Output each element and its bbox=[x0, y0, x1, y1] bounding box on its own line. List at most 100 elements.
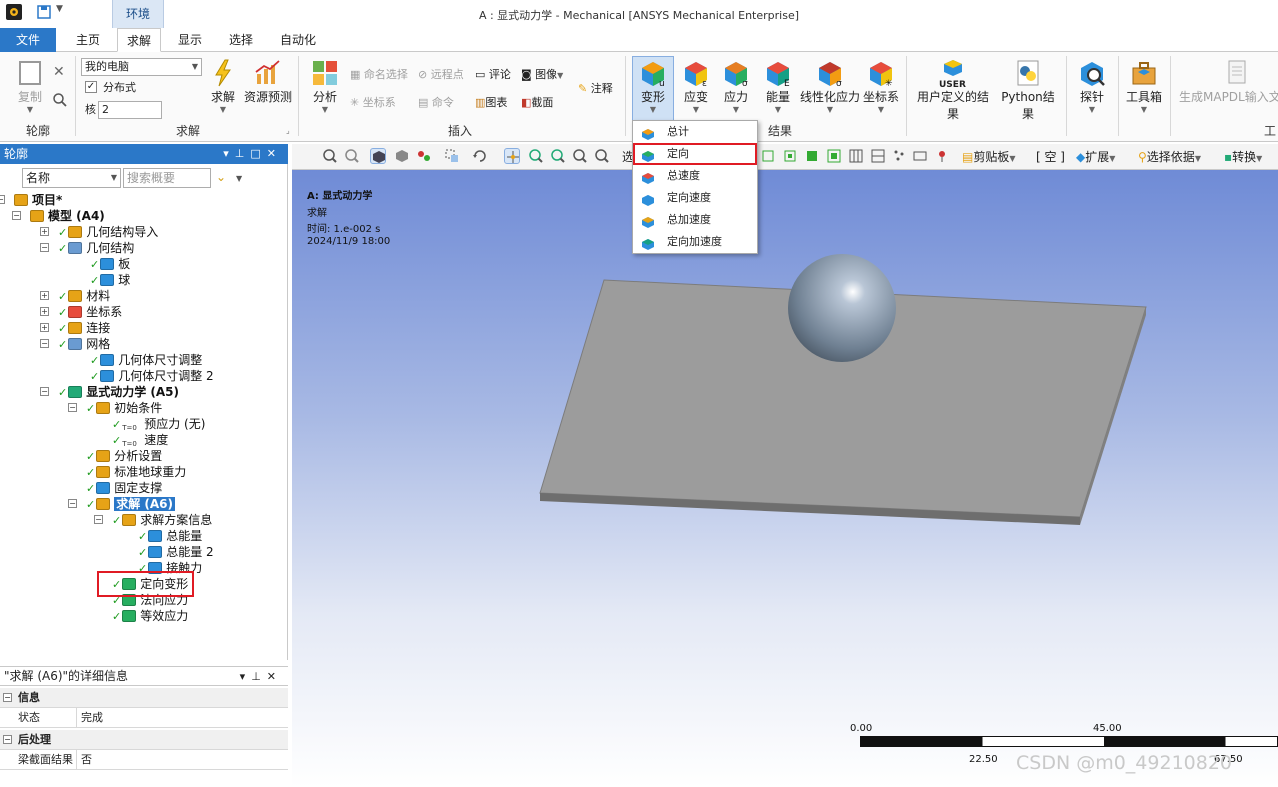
deformation-dropdown-icon[interactable]: ▼ bbox=[632, 105, 674, 114]
details-section-info[interactable]: − 信息 bbox=[0, 688, 288, 708]
outline-search-input[interactable]: 搜索概要 bbox=[123, 168, 211, 188]
extend-instances-icon[interactable] bbox=[826, 148, 842, 164]
named-selection-button[interactable]: ▦ 命名选择 bbox=[350, 66, 408, 84]
analysis-dropdown-icon[interactable]: ▼ bbox=[306, 105, 344, 114]
collapse-icon[interactable]: − bbox=[3, 735, 12, 744]
zoom-in-icon[interactable] bbox=[322, 148, 338, 164]
tree-item[interactable]: ✓ 等效应力 bbox=[112, 608, 188, 624]
dialog-launcher-icon[interactable]: ⌟ bbox=[286, 126, 290, 135]
analysis-button[interactable]: 分析 ▼ bbox=[306, 58, 344, 114]
grid-select-icon[interactable] bbox=[848, 148, 864, 164]
filter-toggle-icon[interactable]: ⌄ bbox=[216, 170, 226, 184]
collapse-icon[interactable]: − bbox=[94, 515, 103, 524]
annotation-button[interactable]: ✎ 注释 bbox=[578, 80, 613, 98]
graphics-viewport[interactable] bbox=[292, 170, 1278, 787]
stress-button[interactable]: σ 应力 ▼ bbox=[718, 58, 754, 114]
collapse-icon[interactable]: − bbox=[40, 243, 49, 252]
pan-icon[interactable] bbox=[504, 148, 520, 164]
collapse-icon[interactable]: − bbox=[40, 339, 49, 348]
distributed-checkbox[interactable]: ✓ bbox=[85, 81, 97, 93]
tree-item[interactable]: ✓ 总能量 bbox=[138, 528, 202, 544]
box-zoom-icon[interactable] bbox=[550, 148, 566, 164]
tree-item[interactable]: ✓ 总能量 2 bbox=[138, 544, 214, 560]
details-row-status[interactable]: 状态 完成 bbox=[0, 708, 288, 728]
clipboard-button[interactable]: ▤剪贴板▼ bbox=[962, 148, 1016, 168]
comment-button[interactable]: ▭ 评论 bbox=[475, 66, 511, 84]
select-body-icon[interactable] bbox=[370, 148, 386, 164]
collapse-icon[interactable]: − bbox=[40, 387, 49, 396]
expand-icon[interactable]: + bbox=[40, 307, 49, 316]
solve-dropdown-icon[interactable]: ▼ bbox=[207, 105, 239, 114]
section-button[interactable]: ◧截面 bbox=[521, 94, 553, 112]
copy-button[interactable]: 复制 ▼ bbox=[10, 58, 50, 114]
details-section-postprocessing[interactable]: − 后处理 bbox=[0, 730, 288, 750]
select-by-button[interactable]: ⚲选择依据▼ bbox=[1138, 148, 1201, 168]
computer-select[interactable]: 我的电脑 ▼ bbox=[81, 58, 202, 76]
tree-item[interactable]: ✓ 几何结构 bbox=[58, 240, 134, 256]
search-icon[interactable] bbox=[52, 92, 68, 111]
deformation-button[interactable]: u 变形 ▼ bbox=[632, 58, 674, 114]
collapse-icon[interactable]: − bbox=[12, 211, 21, 220]
close-icon[interactable]: ✕ bbox=[53, 64, 65, 80]
deformation-menu-item[interactable]: 总计 bbox=[633, 121, 757, 143]
zoom-to-fit-icon[interactable] bbox=[572, 148, 588, 164]
remote-point-button[interactable]: ⊘ 远程点 bbox=[418, 66, 464, 84]
expand-button[interactable]: ◆扩展▼ bbox=[1076, 148, 1115, 168]
tree-item[interactable]: 模型 (A4) bbox=[30, 208, 105, 224]
tree-item[interactable]: ✓ 求解方案信息 bbox=[112, 512, 212, 528]
deformation-menu-item[interactable]: 总速度 bbox=[633, 165, 757, 187]
filter-dropdown-icon[interactable]: ▼ bbox=[236, 174, 242, 183]
panel-controls-icon[interactable]: ▾⊥□✕ bbox=[223, 144, 282, 164]
tree-item[interactable]: ✓T=0 速度 bbox=[112, 432, 168, 448]
zoom-out-icon[interactable] bbox=[344, 148, 360, 164]
deformation-menu-item[interactable]: 定向加速度 bbox=[633, 231, 757, 253]
tab-solve[interactable]: 求解 bbox=[117, 28, 161, 52]
outline-filter-select[interactable]: 名称 ▼ bbox=[22, 168, 121, 188]
tree-item[interactable]: ✓ 几何体尺寸调整 bbox=[90, 352, 202, 368]
convert-button[interactable]: ▪转换▼ bbox=[1224, 148, 1262, 168]
tree-item[interactable]: ✓ 显式动力学 (A5) bbox=[58, 384, 179, 400]
context-tab-environment[interactable]: 环境 bbox=[112, 0, 164, 28]
tab-display[interactable]: 显示 bbox=[168, 28, 212, 52]
tree-item[interactable]: ✓ 几何体尺寸调整 2 bbox=[90, 368, 214, 384]
tree-item[interactable]: ✓ 求解 (A6) bbox=[86, 496, 176, 512]
strain-button[interactable]: ε 应变 ▼ bbox=[678, 58, 714, 114]
tree-item[interactable]: ✓T=0 预应力 (无) bbox=[112, 416, 205, 432]
tree-item[interactable]: ✓ 初始条件 bbox=[86, 400, 162, 416]
coordinate-button[interactable]: ✳ 坐标系 bbox=[350, 94, 396, 112]
collapse-icon[interactable]: − bbox=[68, 403, 77, 412]
magnifier-icon[interactable] bbox=[594, 148, 610, 164]
linearized-stress-button[interactable]: σ 线性化应力 ▼ bbox=[800, 58, 860, 114]
tree-item[interactable]: ✓ 标准地球重力 bbox=[86, 464, 186, 480]
select-face-icon[interactable] bbox=[394, 148, 410, 164]
deformation-menu-item[interactable]: 定向速度 bbox=[633, 187, 757, 209]
tree-item[interactable]: ✓ 固定支撑 bbox=[86, 480, 162, 496]
extend-limits-icon[interactable] bbox=[782, 148, 798, 164]
tree-item[interactable]: ✓ 坐标系 bbox=[58, 304, 122, 320]
expand-icon[interactable]: + bbox=[40, 291, 49, 300]
label-icon[interactable] bbox=[912, 148, 928, 164]
python-result-button[interactable]: Python结果 bbox=[996, 58, 1060, 122]
tab-home[interactable]: 主页 bbox=[66, 28, 110, 52]
tree-item[interactable]: ✓ 几何结构导入 bbox=[58, 224, 158, 240]
extend-adjacent-icon[interactable] bbox=[760, 148, 776, 164]
copy-dropdown-icon[interactable]: ▼ bbox=[10, 105, 50, 114]
user-defined-result-button[interactable]: USER 用户定义的结果 bbox=[912, 58, 994, 122]
coordinate-system-result-button[interactable]: ✳ 坐标系 ▼ bbox=[862, 58, 900, 114]
chart-button[interactable]: ▥图表 bbox=[475, 94, 507, 112]
generate-mapdl-input-button[interactable]: 生成MAPDL输入文件 bbox=[1176, 58, 1278, 105]
zoom-icon[interactable] bbox=[528, 148, 544, 164]
tab-selection[interactable]: 选择 bbox=[219, 28, 263, 52]
tree-item[interactable]: ✓ 连接 bbox=[58, 320, 110, 336]
tree-item[interactable]: ✓ 材料 bbox=[58, 288, 110, 304]
select-vertex-icon[interactable] bbox=[416, 148, 432, 164]
deformation-menu-item[interactable]: 总加速度 bbox=[633, 209, 757, 231]
panel-controls-icon[interactable]: ▾⊥✕ bbox=[240, 667, 282, 686]
tree-item[interactable]: ✓ 分析设置 bbox=[86, 448, 162, 464]
resource-predict-button[interactable]: 资源预测 bbox=[243, 58, 293, 105]
scatter-select-icon[interactable] bbox=[892, 148, 908, 164]
collapse-icon[interactable]: − bbox=[3, 693, 12, 702]
energy-button[interactable]: E 能量 ▼ bbox=[760, 58, 796, 114]
box-select-icon[interactable] bbox=[444, 148, 460, 164]
probe-button[interactable]: 探针 ▼ bbox=[1074, 58, 1110, 114]
